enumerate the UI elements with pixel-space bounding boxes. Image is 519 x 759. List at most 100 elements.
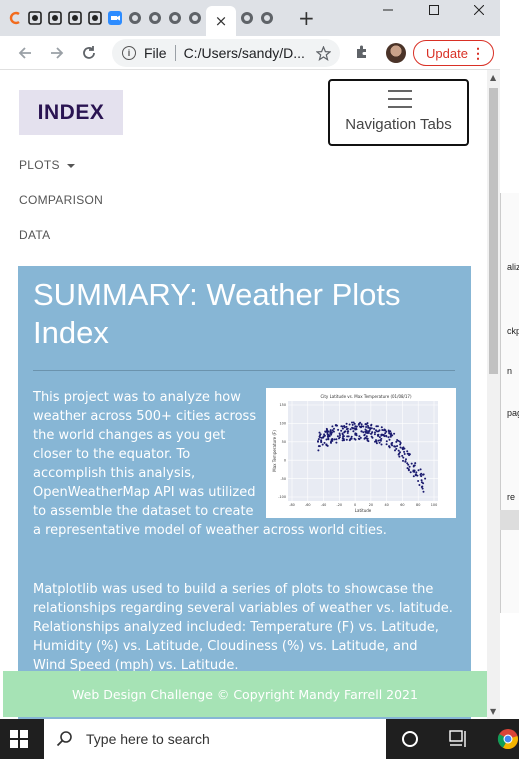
site-footer: Web Design Challenge © Copyright Mandy F… — [3, 671, 487, 717]
background-snippet-5: re — [507, 492, 516, 502]
tab-favicon-zoom[interactable] — [106, 7, 124, 29]
paragraph-line: a representative model of weather across… — [33, 523, 387, 538]
tab-favicon-globe-3[interactable] — [166, 7, 184, 29]
background-window-panel — [500, 193, 519, 613]
taskbar-search-placeholder: Type here to search — [86, 731, 210, 747]
browser-toolbar: i File C:/Users/sandy/D... Update ⋮ — [0, 36, 500, 70]
caret-down-icon — [66, 163, 75, 168]
taskbar-search-box[interactable]: Type here to search — [44, 719, 386, 759]
info-icon[interactable]: i — [122, 46, 136, 60]
thumbnail-point — [422, 490, 425, 493]
tab-strip: × + — [6, 6, 315, 36]
close-tab-icon[interactable]: × — [215, 12, 228, 30]
thumbnail-point — [390, 443, 393, 446]
cortana-icon[interactable] — [401, 730, 419, 752]
thumbnail-point — [412, 475, 415, 478]
thumbnail-point — [401, 454, 404, 457]
site-brand[interactable]: INDEX — [19, 90, 123, 135]
navigation-toggle-label: Navigation Tabs — [345, 116, 452, 133]
thumbnail-point — [389, 430, 392, 433]
tab-favicon-globe-4[interactable] — [186, 7, 204, 29]
globe-icon — [241, 12, 253, 24]
more-menu-icon[interactable]: ⋮ — [471, 44, 485, 62]
thumbnail-point — [393, 432, 396, 435]
extensions-puzzle-icon[interactable] — [354, 44, 370, 64]
tab-favicon-orange[interactable] — [6, 7, 24, 29]
thumbnail-point — [393, 445, 396, 448]
paragraph-line: the world changes as you get — [33, 428, 226, 443]
navigation-toggle-button[interactable]: Navigation Tabs — [328, 79, 469, 146]
summary-title: SUMMARY: Weather Plots Index — [33, 277, 401, 350]
paragraph-line: accomplish this analysis, — [33, 466, 196, 481]
scrollbar-thumb[interactable] — [489, 88, 498, 374]
back-icon[interactable] — [14, 42, 36, 64]
chrome-taskbar-icon[interactable] — [497, 728, 519, 754]
update-button[interactable]: Update ⋮ — [413, 40, 494, 66]
windows-start-icon[interactable] — [10, 730, 28, 752]
globe-icon — [189, 12, 201, 24]
tab-favicon-github-4[interactable] — [86, 7, 104, 29]
scroll-down-icon[interactable]: ▼ — [490, 707, 496, 716]
tab-favicon-globe-2[interactable] — [146, 7, 164, 29]
hamburger-menu-icon — [388, 90, 412, 114]
thumbnail-point — [421, 485, 424, 488]
forward-icon[interactable] — [46, 42, 68, 64]
github-icon — [68, 11, 82, 25]
thumbnail-point — [402, 456, 405, 459]
video-camera-icon — [108, 11, 122, 25]
nav-plots-label: PLOTS — [19, 158, 60, 172]
nav-data[interactable]: DATA — [19, 228, 50, 242]
tab-active[interactable]: × — [206, 6, 236, 36]
paragraph-line: Matplotlib was used to build a series of… — [33, 582, 434, 597]
close-window-icon[interactable] — [456, 0, 502, 20]
thumbnail-point — [402, 459, 404, 462]
profile-avatar[interactable] — [386, 43, 406, 63]
page-scrollbar[interactable]: ▲ ▼ — [487, 70, 500, 719]
background-snippet-3: n — [507, 366, 513, 376]
thumbnail-point — [414, 474, 417, 477]
thumbnail-point — [419, 468, 422, 471]
thumbnail-x-tick: 60 — [400, 503, 404, 507]
thumbnail-point — [409, 471, 412, 474]
paragraph-line: to assemble the dataset to create — [33, 504, 254, 519]
url-text[interactable]: C:/Users/sandy/D... — [184, 45, 304, 61]
background-snippet-2: ckp — [507, 326, 519, 336]
nav-plots-dropdown[interactable]: PLOTS — [19, 158, 75, 172]
thumbnail-point — [391, 441, 394, 444]
scroll-up-icon[interactable]: ▲ — [490, 73, 496, 82]
paragraph-line: closer to the equator. To — [33, 447, 191, 462]
tab-favicon-globe-6[interactable] — [258, 7, 276, 29]
thumbnail-x-tick: 100 — [431, 503, 437, 507]
paragraph-line: Humidity (%) vs. Latitude, Cloudiness (%… — [33, 639, 418, 654]
thumbnail-point — [415, 471, 418, 474]
tab-favicon-globe-5[interactable] — [238, 7, 256, 29]
update-label: Update — [426, 45, 468, 61]
task-view-icon[interactable] — [449, 730, 469, 752]
tab-favicon-github-3[interactable] — [66, 7, 84, 29]
thumbnail-point — [417, 469, 420, 472]
new-tab-button[interactable]: + — [298, 8, 315, 28]
nav-comparison[interactable]: COMPARISON — [19, 193, 103, 207]
thumbnail-point — [403, 447, 406, 450]
reload-icon[interactable] — [78, 42, 100, 64]
thumbnail-point — [388, 445, 390, 448]
thumbnail-point — [406, 450, 409, 453]
thumbnail-point — [397, 449, 400, 452]
tab-favicon-github-1[interactable] — [26, 7, 44, 29]
maximize-icon[interactable] — [411, 0, 457, 20]
tab-favicon-github-2[interactable] — [46, 7, 64, 29]
windows-taskbar: Type here to search — [0, 719, 519, 759]
thumbnail-point — [407, 452, 410, 455]
tab-favicon-globe-1[interactable] — [126, 7, 144, 29]
thumbnail-point — [407, 468, 410, 471]
thumbnail-point — [398, 455, 401, 458]
address-bar[interactable]: i File C:/Users/sandy/D... — [112, 39, 340, 67]
thumbnail-point — [397, 453, 400, 456]
thumbnail-point — [419, 473, 422, 476]
bookmark-star-icon[interactable] — [315, 45, 332, 65]
summary-panel: SUMMARY: Weather Plots Index City Latitu… — [18, 266, 471, 719]
thumbnail-point — [417, 480, 420, 482]
thumbnail-point — [410, 462, 413, 465]
thumbnail-point — [396, 445, 399, 447]
minimize-icon[interactable] — [365, 0, 411, 20]
